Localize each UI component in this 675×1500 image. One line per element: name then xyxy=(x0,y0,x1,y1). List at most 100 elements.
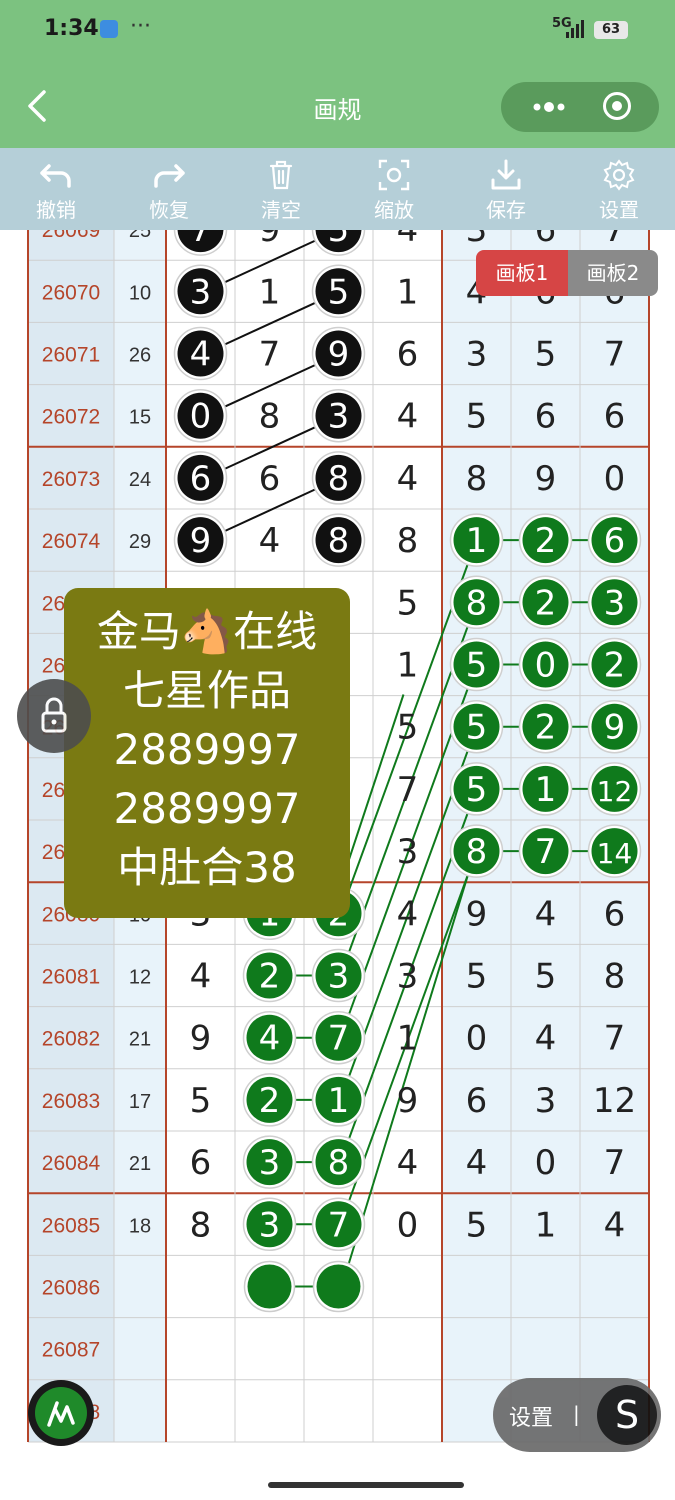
digit-cell: 7 xyxy=(397,770,419,810)
digit-cell: 5 xyxy=(466,957,488,997)
watermark-line-2: 七星作品 xyxy=(122,666,291,715)
digit-cell: 9 xyxy=(190,1019,212,1059)
period-cell: 26069 xyxy=(42,230,100,242)
more-icon[interactable] xyxy=(519,86,579,128)
status-time: 1:34 xyxy=(44,16,99,41)
ball-number: 12 xyxy=(597,775,633,808)
digit-cell: 3 xyxy=(535,1081,557,1121)
digit-cell: 0 xyxy=(397,1205,419,1245)
digit-cell: 6 xyxy=(604,397,626,437)
ball-number: 5 xyxy=(466,770,488,810)
pill-separator: | xyxy=(573,1402,580,1426)
digit-cell: 4 xyxy=(397,397,419,437)
digit-cell: 5 xyxy=(190,1081,212,1121)
floating-settings-pill[interactable]: 设置 | S xyxy=(493,1378,661,1452)
empty-green-ball[interactable] xyxy=(316,1264,361,1309)
ball-number: 7 xyxy=(535,832,557,872)
digit-cell: 12 xyxy=(593,1081,636,1121)
digit-cell: 1 xyxy=(535,1205,557,1245)
digit-cell: 1 xyxy=(397,1019,419,1059)
ball-number: 3 xyxy=(259,1205,281,1245)
digit-cell: 6 xyxy=(535,397,557,437)
period-cell: 26084 xyxy=(42,1152,101,1175)
scan-zoom-icon xyxy=(378,159,410,191)
empty-green-ball[interactable] xyxy=(247,1264,292,1309)
digit-cell: 6 xyxy=(397,335,419,375)
nav-bar: 画规 xyxy=(0,64,675,148)
digit-cell: 3 xyxy=(466,230,488,250)
ball-number: 9 xyxy=(604,708,626,748)
ball-number: 4 xyxy=(190,335,212,375)
redo-button[interactable]: 恢复 xyxy=(124,148,214,230)
digit-cell: 8 xyxy=(259,397,281,437)
clear-button[interactable]: 清空 xyxy=(236,148,326,230)
digit-cell: 3 xyxy=(397,832,419,872)
ball-number: 3 xyxy=(190,272,212,312)
digit-cell: 4 xyxy=(259,521,281,561)
ball-number: 8 xyxy=(466,583,488,623)
ball-number: 3 xyxy=(259,1143,281,1183)
clear-label: 清空 xyxy=(261,198,301,222)
period-cell: 26082 xyxy=(42,1028,100,1051)
floating-settings-label[interactable]: 设置 xyxy=(509,1400,553,1432)
sum-cell: 21 xyxy=(129,1153,151,1175)
download-icon xyxy=(491,159,521,190)
period-cell: 26083 xyxy=(42,1090,100,1113)
digit-cell: 6 xyxy=(604,894,626,934)
zoom-button[interactable]: 缩放 xyxy=(349,148,439,230)
ball-number: 4 xyxy=(259,1019,281,1059)
digit-cell: 4 xyxy=(397,459,419,499)
digit-cell: 4 xyxy=(466,1143,488,1183)
digit-cell: 0 xyxy=(604,459,626,499)
digit-cell: 9 xyxy=(466,894,488,934)
save-button[interactable]: 保存 xyxy=(461,148,551,230)
digit-cell: 4 xyxy=(397,1143,419,1183)
period-cell: 26071 xyxy=(42,344,100,367)
gesture-bar xyxy=(0,1472,675,1500)
digit-cell: 6 xyxy=(535,230,557,250)
settings-button[interactable]: 设置 xyxy=(574,148,664,230)
digit-cell: 7 xyxy=(604,230,626,250)
digit-cell: 9 xyxy=(535,459,557,499)
sum-cell: 15 xyxy=(129,407,151,429)
s-tool-button[interactable]: S xyxy=(597,1385,657,1445)
watermark-line-5: 中肚合38 xyxy=(117,843,297,892)
ball-number: 2 xyxy=(535,708,557,748)
ball-number: 6 xyxy=(604,521,626,561)
digit-cell: 7 xyxy=(604,335,626,375)
pen-tool-button[interactable] xyxy=(28,1380,94,1446)
undo-button[interactable]: 撤销 xyxy=(11,148,101,230)
digit-cell: 4 xyxy=(535,1019,557,1059)
board2-tab[interactable]: 画板2 xyxy=(568,250,658,296)
digit-cell: 6 xyxy=(466,1081,488,1121)
board1-tab[interactable]: 画板1 xyxy=(476,250,568,296)
toolbar: 撤销 恢复 清空 缩放 保存 设置 xyxy=(0,148,675,230)
home-app-icon xyxy=(100,20,118,38)
digit-cell: 0 xyxy=(535,1143,557,1183)
ball-number: 0 xyxy=(535,646,557,686)
lock-icon xyxy=(41,697,67,733)
ball-number: 5 xyxy=(328,272,350,312)
sum-cell: 17 xyxy=(129,1091,151,1113)
pen-icon xyxy=(47,1401,75,1427)
sum-cell: 26 xyxy=(129,345,151,367)
digit-cell: 6 xyxy=(259,459,281,499)
digit-cell: 1 xyxy=(259,272,281,312)
sum-cell: 18 xyxy=(129,1215,151,1237)
ball-number: 7 xyxy=(328,1019,350,1059)
period-cell: 26070 xyxy=(42,281,100,304)
undo-icon xyxy=(40,164,71,188)
close-miniprogram-icon[interactable] xyxy=(603,92,631,120)
ball-number: 8 xyxy=(466,832,488,872)
ball-number: 9 xyxy=(190,521,212,561)
ball-number: 5 xyxy=(328,230,350,250)
ball-number: 1 xyxy=(328,1081,350,1121)
digit-cell: 5 xyxy=(535,335,557,375)
sum-cell: 21 xyxy=(129,1029,151,1051)
lock-button[interactable] xyxy=(17,679,91,753)
sum-cell: 24 xyxy=(129,469,151,491)
ball-number: 2 xyxy=(535,521,557,561)
digit-cell: 1 xyxy=(397,646,419,686)
ball-number: 7 xyxy=(328,1205,350,1245)
digit-cell: 9 xyxy=(397,1081,419,1121)
